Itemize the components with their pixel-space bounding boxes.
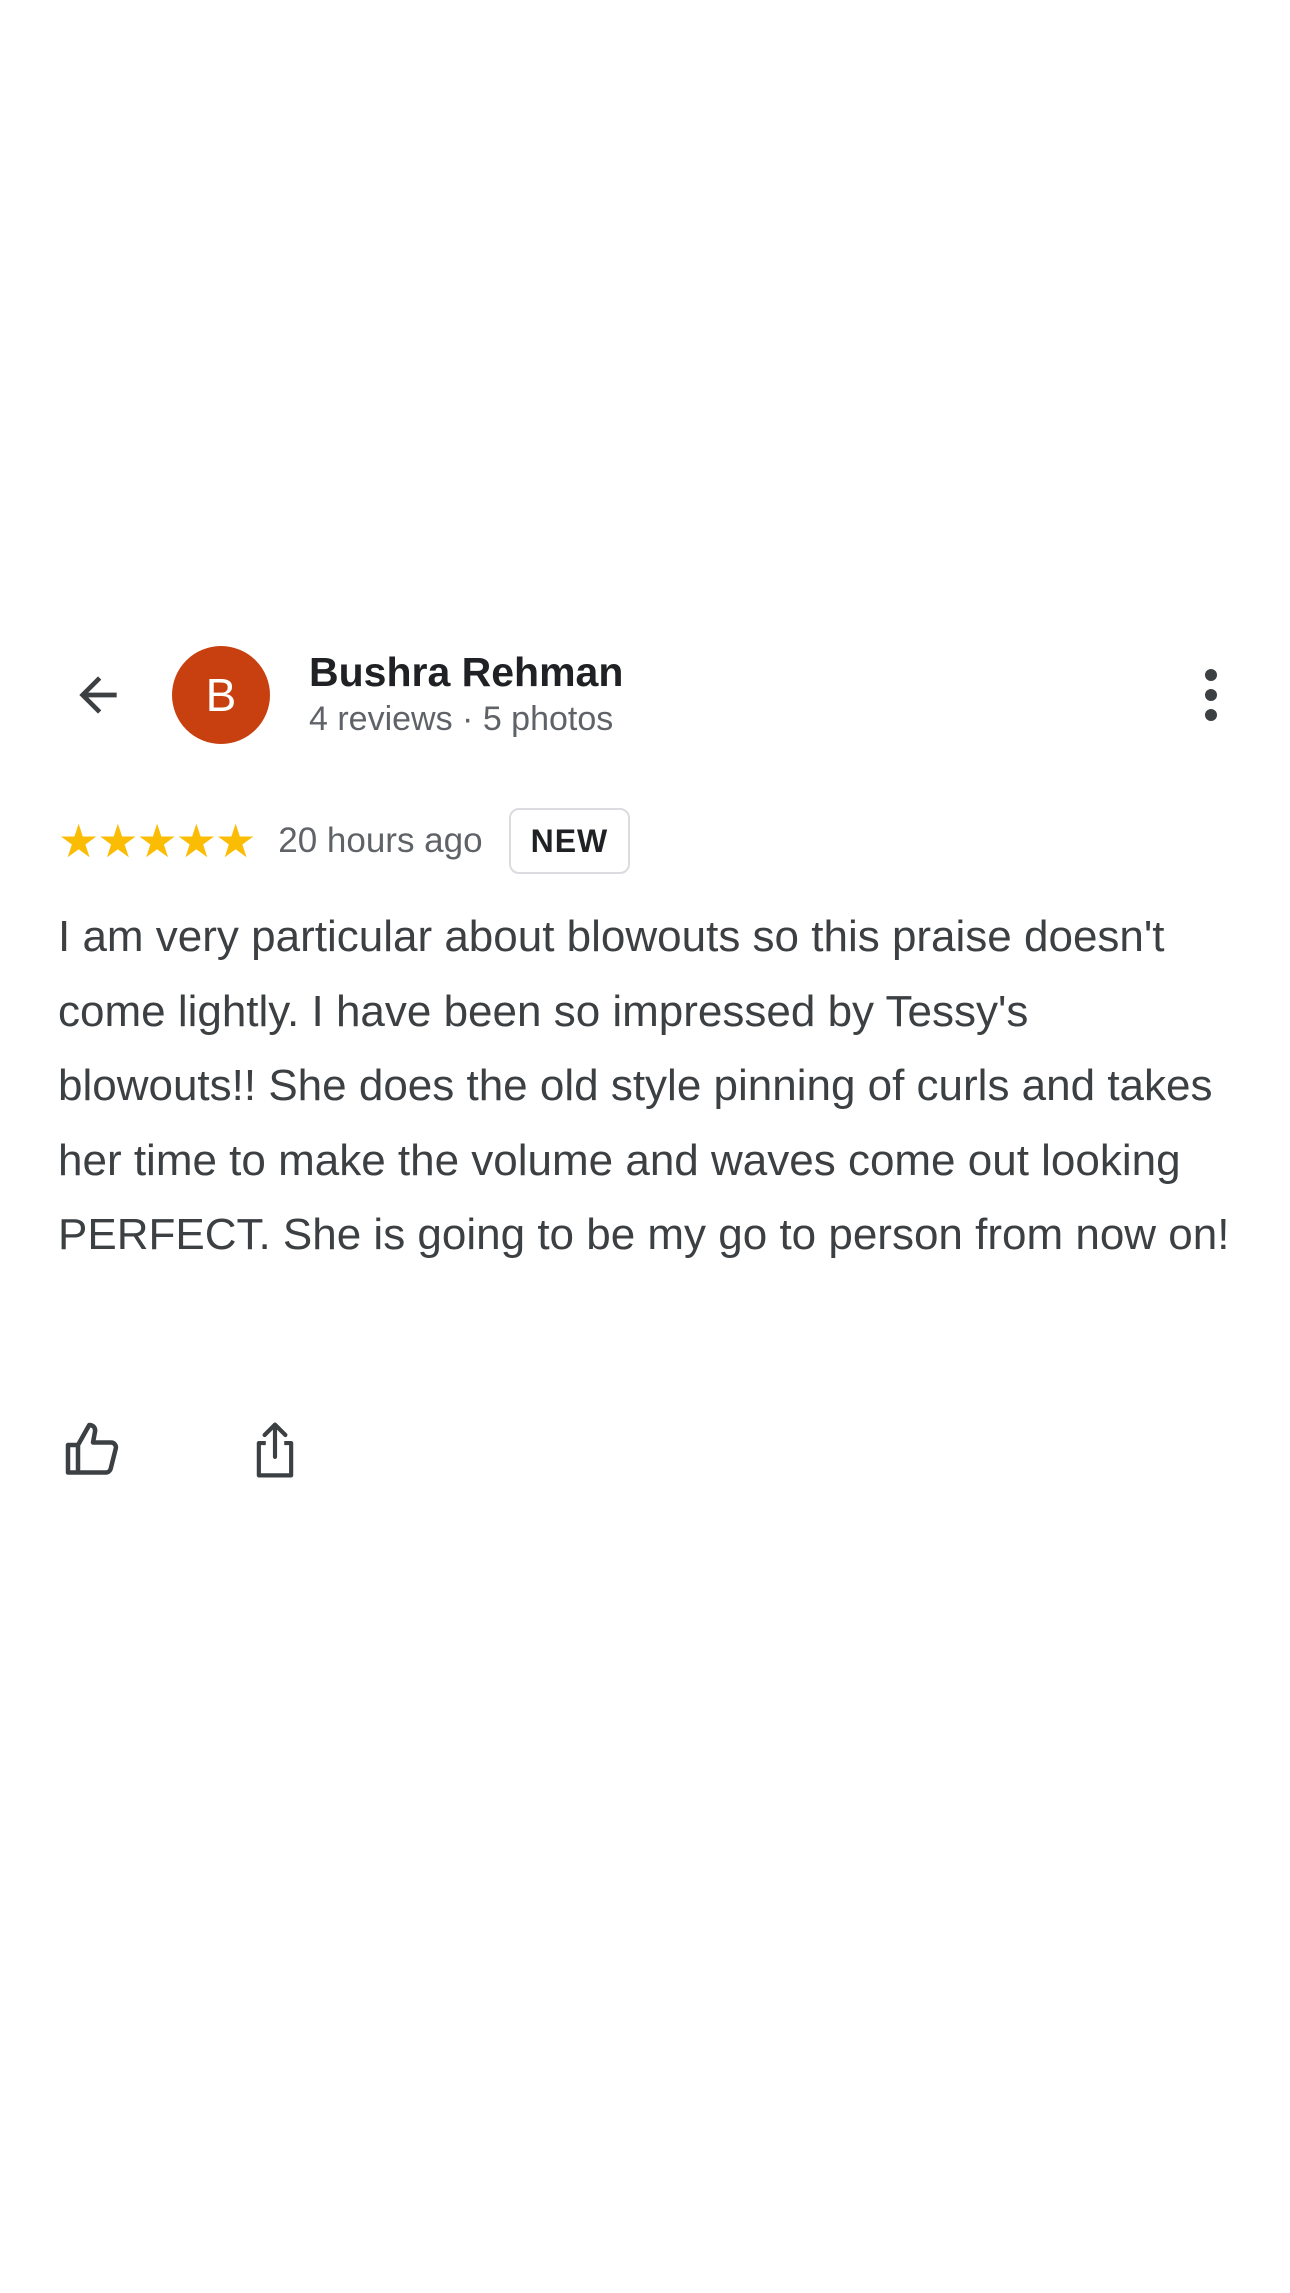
avatar[interactable]: B — [172, 646, 270, 744]
arrow-back-icon — [79, 676, 117, 714]
star-icon: ★ — [175, 814, 217, 868]
screen: B Bushra Rehman 4 reviews · 5 photos ★ ★ ★… — [0, 0, 1290, 2293]
more-vert-icon — [1205, 669, 1217, 721]
review-time: 20 hours ago — [278, 821, 483, 860]
new-badge: NEW — [508, 808, 631, 874]
reviewer-meta: 4 reviews · 5 photos — [309, 700, 614, 738]
thumb-up-icon — [65, 1422, 119, 1475]
rating-row: ★ ★ ★ ★ ★ 20 hours ago NEW — [58, 806, 631, 876]
star-rating: ★ ★ ★ ★ ★ — [58, 814, 257, 868]
star-icon: ★ — [58, 814, 100, 868]
star-icon: ★ — [215, 814, 257, 868]
more-options-button[interactable] — [1186, 660, 1236, 730]
avatar-letter: B — [205, 669, 237, 721]
back-button[interactable] — [58, 660, 138, 730]
share-button[interactable] — [240, 1415, 310, 1485]
action-row — [58, 1410, 310, 1490]
share-icon — [256, 1422, 294, 1478]
reviewer-name[interactable]: Bushra Rehman — [309, 648, 623, 696]
review-text: I am very particular about blowouts so t… — [58, 912, 1230, 1259]
star-icon: ★ — [97, 814, 139, 868]
like-button[interactable] — [58, 1415, 128, 1485]
star-icon: ★ — [136, 814, 178, 868]
